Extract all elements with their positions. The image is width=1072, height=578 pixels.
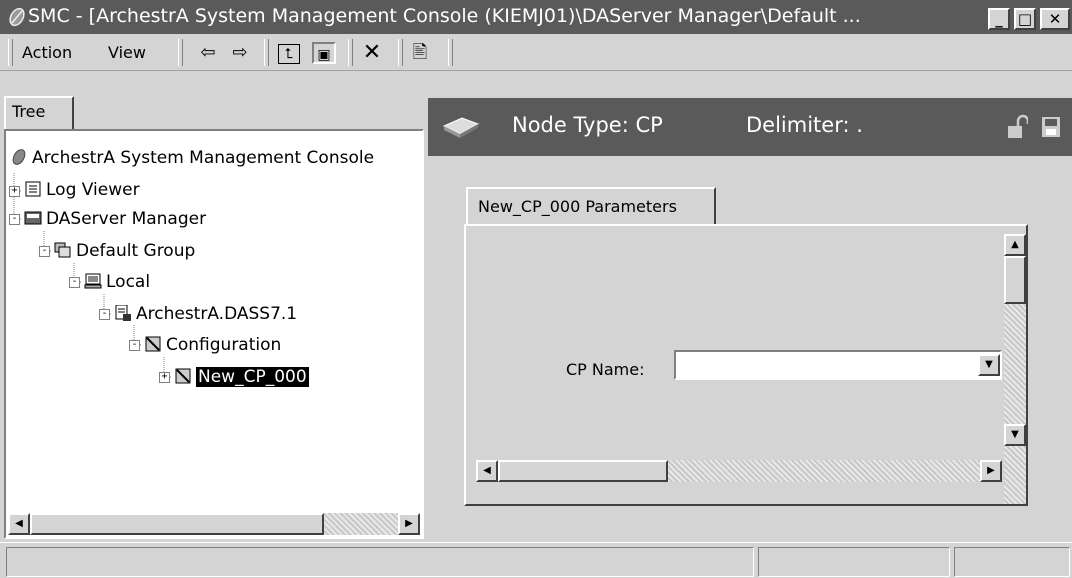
show-hide-tree-icon[interactable]: ▣ <box>312 42 336 64</box>
daserver-manager-icon <box>24 211 42 225</box>
horizontal-scroll-thumb[interactable] <box>30 513 324 535</box>
up-folder-icon[interactable]: ⮤ <box>278 44 300 64</box>
parameters-panel: ▲ ▼ CP Name: ▼ ◀ ▶ <box>464 224 1028 506</box>
scroll-down-button[interactable]: ▼ <box>1004 424 1026 446</box>
menu-view-label: View <box>108 43 146 62</box>
menu-view[interactable]: View <box>108 43 146 62</box>
forward-arrow-icon[interactable]: ⇨ <box>228 42 252 64</box>
close-button[interactable]: ✕ <box>1040 8 1070 30</box>
chevron-down-icon[interactable]: ▼ <box>978 354 1000 376</box>
scroll-left-button[interactable]: ◀ <box>476 460 498 482</box>
tab-new-cp-000-parameters[interactable]: New_CP_000 Parameters <box>466 187 716 225</box>
tree-item-log-viewer[interactable]: Log Viewer <box>24 179 140 201</box>
status-segment-3 <box>954 547 1070 577</box>
collapse-minus-icon[interactable]: - <box>129 340 140 351</box>
scroll-right-button[interactable]: ▶ <box>398 513 420 535</box>
delete-icon[interactable]: ✕ <box>360 42 384 64</box>
tree-item-label: New_CP_000 <box>196 367 309 387</box>
tree-item-label: ArchestrA.DASS7.1 <box>136 304 298 324</box>
horizontal-scroll-thumb[interactable] <box>498 460 668 482</box>
tree-item-configuration[interactable]: Configuration <box>144 334 281 356</box>
tree-item-label: DAServer Manager <box>46 209 207 229</box>
tree-item-label: Local <box>106 272 151 292</box>
save-icon[interactable] <box>1040 114 1062 140</box>
node-type-icon <box>442 117 480 138</box>
maximize-button[interactable]: □ <box>1014 8 1036 30</box>
collapse-minus-icon[interactable]: - <box>99 309 110 320</box>
delimiter-label: Delimiter: . <box>746 113 863 137</box>
scroll-left-button[interactable]: ◀ <box>8 513 30 535</box>
toolbar-grip <box>8 39 13 66</box>
vertical-scroll-thumb[interactable] <box>1004 256 1026 304</box>
computer-icon <box>84 273 102 289</box>
node-type-label: Node Type: CP <box>512 113 663 137</box>
status-segment-main <box>6 547 754 577</box>
window-title: SMC - [ArchestrA System Management Conso… <box>28 5 861 27</box>
configuration-icon <box>145 336 161 352</box>
collapse-minus-icon[interactable]: - <box>69 277 80 288</box>
status-bar <box>0 542 1072 578</box>
smc-icon <box>12 149 26 165</box>
cp-name-combobox[interactable]: ▼ <box>674 350 1002 380</box>
smc-icon <box>9 7 25 27</box>
horizontal-scroll-track[interactable] <box>668 460 980 482</box>
tree-item-label: ArchestrA System Management Console <box>32 148 375 168</box>
cp-node-icon <box>175 368 191 384</box>
menu-action[interactable]: Action <box>22 43 72 62</box>
tree-item-label: Default Group <box>76 241 196 261</box>
toolbar-separator <box>398 39 403 66</box>
status-segment-2 <box>758 547 950 577</box>
expand-plus-icon[interactable]: + <box>159 372 170 383</box>
toolbar-separator <box>348 39 353 66</box>
expand-plus-icon[interactable]: + <box>9 186 20 197</box>
vertical-scroll-track-lower <box>1004 446 1026 504</box>
tree-item-archestra-dass[interactable]: ArchestrA.DASS7.1 <box>114 303 297 325</box>
scroll-right-button[interactable]: ▶ <box>980 460 1002 482</box>
properties-icon[interactable]: 🖹 <box>408 42 432 64</box>
tree-item-daserver-manager[interactable]: DAServer Manager <box>24 208 206 230</box>
toolbar-separator <box>448 39 453 66</box>
tree-item-local[interactable]: Local <box>84 271 150 293</box>
unlock-icon[interactable] <box>1006 114 1028 140</box>
scroll-up-button[interactable]: ▲ <box>1004 234 1026 256</box>
toolbar-separator <box>264 39 269 66</box>
vertical-scroll-track[interactable] <box>1004 304 1026 424</box>
tree-item-label: Configuration <box>166 335 282 355</box>
toolbar-separator <box>178 39 183 66</box>
collapse-minus-icon[interactable]: - <box>9 214 20 225</box>
details-header: Node Type: CP Delimiter: . <box>428 98 1072 156</box>
cp-name-label: CP Name: <box>566 360 645 379</box>
horizontal-scroll-track[interactable] <box>324 513 398 535</box>
tree-item-smc[interactable]: ArchestrA System Management Console <box>10 147 374 169</box>
collapse-minus-icon[interactable]: - <box>39 246 50 257</box>
tab-tree[interactable]: Tree <box>4 96 74 130</box>
log-viewer-icon <box>25 181 41 197</box>
minimize-button[interactable]: _ <box>988 8 1010 30</box>
daserver-icon <box>115 305 131 321</box>
back-arrow-icon[interactable]: ⇦ <box>196 42 220 64</box>
tree-item-default-group[interactable]: Default Group <box>54 240 195 262</box>
menu-toolbar: Action View ⇦ ⇨ ⮤ ▣ ✕ 🖹 <box>0 35 1072 71</box>
tree-item-label: Log Viewer <box>46 180 140 200</box>
group-icon <box>54 242 71 258</box>
menu-action-label: Action <box>22 43 73 62</box>
tree-item-new-cp-000[interactable]: New_CP_000 <box>174 366 309 388</box>
title-bar: SMC - [ArchestrA System Management Conso… <box>0 0 1072 34</box>
tree-view[interactable]: ArchestrA System Management Console + Lo… <box>4 129 424 539</box>
